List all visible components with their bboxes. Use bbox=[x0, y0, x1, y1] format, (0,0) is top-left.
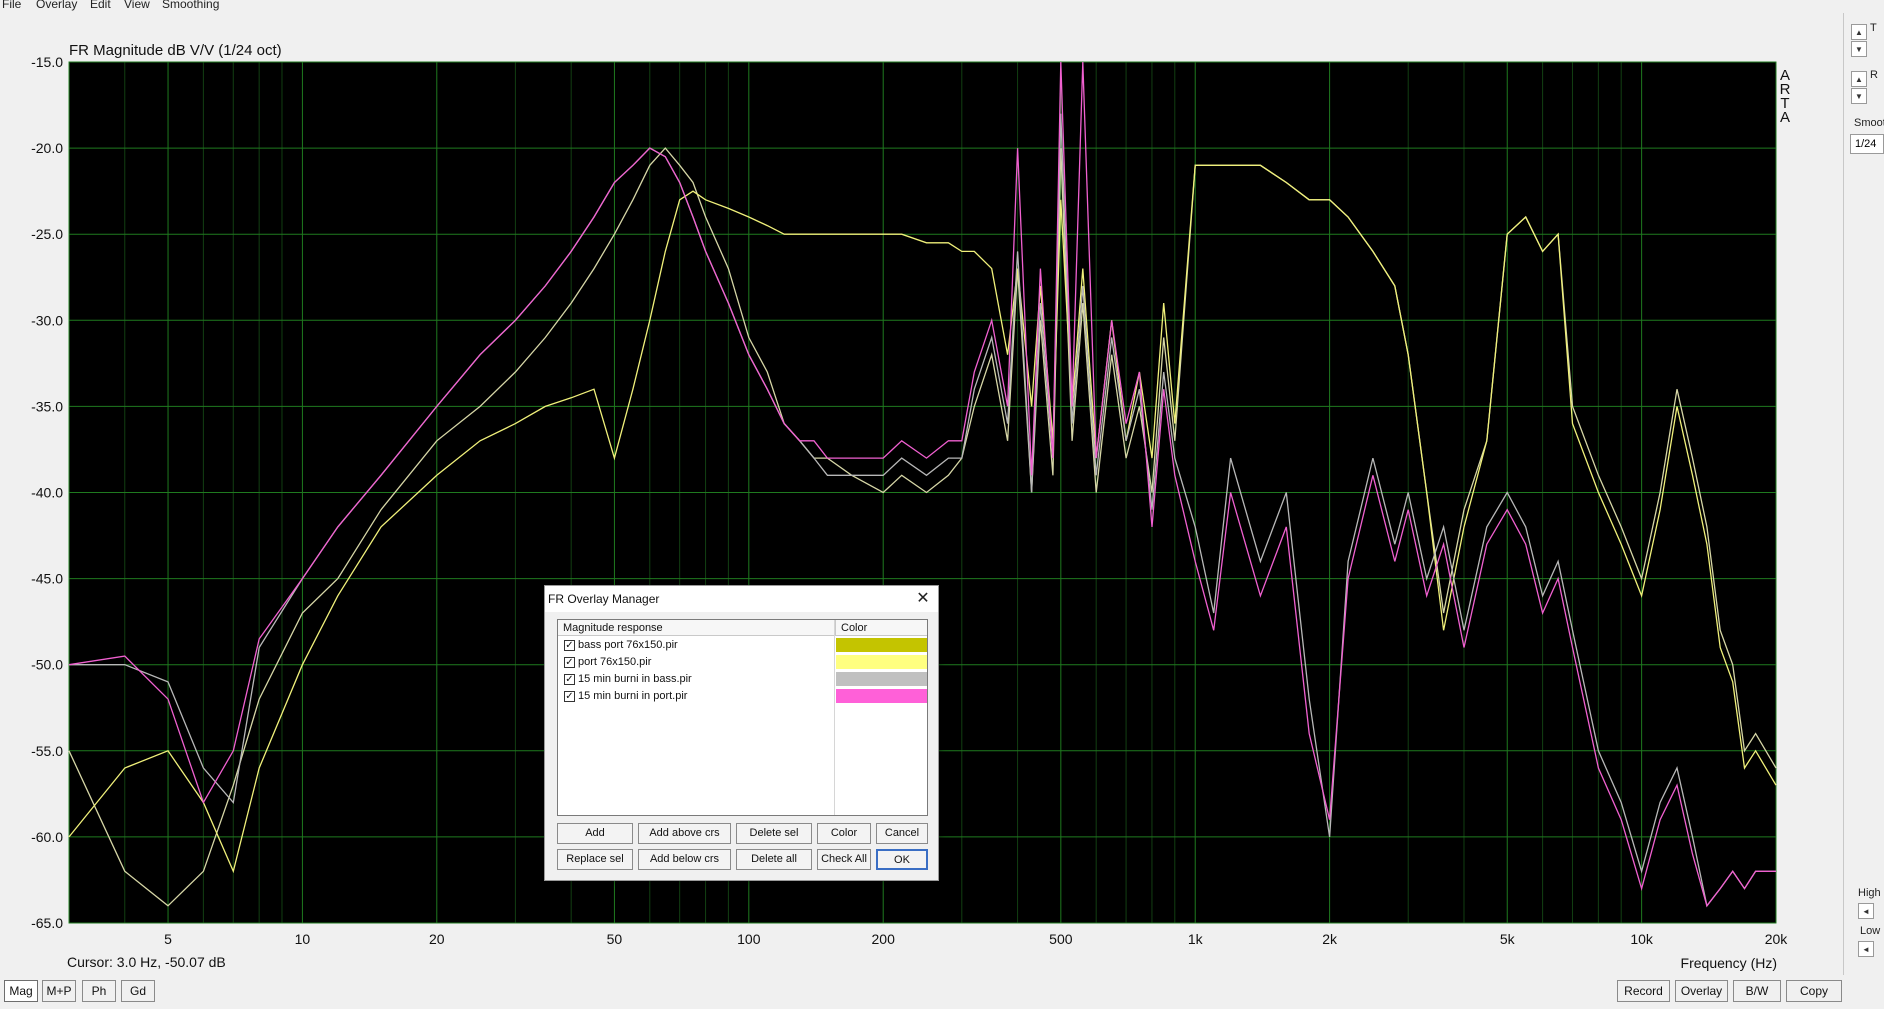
delete-sel-button[interactable]: Delete sel bbox=[736, 823, 812, 844]
y-tick-label: -25.0 bbox=[31, 226, 63, 242]
color-swatch[interactable] bbox=[836, 689, 927, 703]
menu-edit[interactable]: Edit bbox=[90, 0, 111, 11]
record-button[interactable]: Record bbox=[1617, 980, 1670, 1002]
menu-file[interactable]: File bbox=[2, 0, 21, 11]
delete-all-button[interactable]: Delete all bbox=[736, 849, 812, 870]
spin-up-1[interactable]: ▲ bbox=[1851, 24, 1867, 40]
row-checkbox[interactable]: ✓ bbox=[564, 640, 575, 651]
panel-label-r: R bbox=[1870, 69, 1878, 81]
row-label: 15 min burni in port.pir bbox=[578, 690, 688, 702]
overlay-button[interactable]: Overlay bbox=[1675, 980, 1728, 1002]
cursor-readout: Cursor: 3.0 Hz, -50.07 dB bbox=[67, 954, 226, 970]
y-tick-label: -50.0 bbox=[31, 657, 63, 673]
spin-down-2[interactable]: ▼ bbox=[1851, 88, 1867, 104]
add-above-button[interactable]: Add above crs bbox=[638, 823, 731, 844]
x-tick-label: 200 bbox=[872, 931, 896, 947]
smoothing-select[interactable]: 1/24 bbox=[1850, 134, 1884, 154]
menu-view[interactable]: View bbox=[124, 0, 150, 11]
x-tick-label: 500 bbox=[1049, 931, 1073, 947]
y-tick-label: -55.0 bbox=[31, 743, 63, 759]
low-label: Low bbox=[1860, 925, 1881, 937]
menu-bar: File Overlay Edit View Smoothing bbox=[0, 0, 1884, 13]
x-tick-label: 20k bbox=[1765, 931, 1789, 947]
cancel-button[interactable]: Cancel bbox=[876, 823, 928, 844]
x-axis-label: Frequency (Hz) bbox=[1681, 955, 1777, 971]
menu-overlay[interactable]: Overlay bbox=[36, 0, 77, 11]
y-tick-label: -40.0 bbox=[31, 485, 63, 501]
y-tick-label: -65.0 bbox=[31, 915, 63, 931]
x-tick-label: 50 bbox=[607, 931, 623, 947]
x-tick-label: 5k bbox=[1500, 931, 1516, 947]
x-tick-label: 10k bbox=[1630, 931, 1654, 947]
row-checkbox[interactable]: ✓ bbox=[564, 657, 575, 668]
overlay-manager-dialog: FR Overlay Manager ✕ Magnitude response … bbox=[544, 585, 939, 881]
color-swatch[interactable] bbox=[836, 655, 927, 669]
phase-button[interactable]: Ph bbox=[82, 980, 116, 1002]
row-checkbox[interactable]: ✓ bbox=[564, 691, 575, 702]
high-left-button[interactable]: ◄ bbox=[1858, 903, 1874, 919]
group-delay-button[interactable]: Gd bbox=[121, 980, 155, 1002]
row-checkbox[interactable]: ✓ bbox=[564, 674, 575, 685]
color-swatch[interactable] bbox=[836, 638, 927, 652]
x-tick-label: 1k bbox=[1188, 931, 1204, 947]
add-below-button[interactable]: Add below crs bbox=[638, 849, 731, 870]
x-tick-label: 10 bbox=[295, 931, 311, 947]
bottom-toolbar: Mag M+P Ph Gd Record Overlay B/W Copy bbox=[0, 975, 1884, 1009]
y-tick-label: -60.0 bbox=[31, 829, 63, 845]
bw-button[interactable]: B/W bbox=[1733, 980, 1781, 1002]
ok-button[interactable]: OK bbox=[876, 849, 928, 870]
replace-sel-button[interactable]: Replace sel bbox=[557, 849, 633, 870]
menu-smoothing[interactable]: Smoothing bbox=[162, 0, 219, 11]
list-item[interactable]: ✓ 15 min burni in bass.pir bbox=[558, 671, 927, 688]
check-all-button[interactable]: Check All bbox=[817, 849, 871, 870]
column-header-response[interactable]: Magnitude response bbox=[558, 620, 835, 636]
right-panel: ▲ ▼ T ▲ ▼ R Smooth 1/24 High ◄ Low ◄ bbox=[1844, 13, 1884, 975]
y-tick-label: -35.0 bbox=[31, 398, 63, 414]
list-item[interactable]: ✓ bass port 76x150.pir bbox=[558, 637, 927, 654]
chart-title: FR Magnitude dB V/V (1/24 oct) bbox=[69, 42, 282, 59]
color-swatch[interactable] bbox=[836, 672, 927, 686]
arta-logo-letter: A bbox=[1780, 109, 1790, 126]
add-button[interactable]: Add bbox=[557, 823, 633, 844]
color-button[interactable]: Color bbox=[817, 823, 871, 844]
row-label: 15 min burni in bass.pir bbox=[578, 673, 692, 685]
row-label: bass port 76x150.pir bbox=[578, 639, 678, 651]
copy-button[interactable]: Copy bbox=[1786, 980, 1842, 1002]
y-tick-label: -30.0 bbox=[31, 312, 63, 328]
low-left-button[interactable]: ◄ bbox=[1858, 941, 1874, 957]
mag-phase-button[interactable]: M+P bbox=[42, 980, 76, 1002]
smooth-label: Smooth bbox=[1854, 117, 1884, 129]
dialog-titlebar: FR Overlay Manager ✕ bbox=[545, 586, 938, 612]
overlay-list[interactable]: Magnitude response Color ✓ bass port 76x… bbox=[557, 619, 928, 816]
mag-button[interactable]: Mag bbox=[4, 980, 38, 1002]
y-tick-label: -45.0 bbox=[31, 571, 63, 587]
x-tick-label: 100 bbox=[737, 931, 761, 947]
x-tick-label: 2k bbox=[1322, 931, 1338, 947]
spin-down-1[interactable]: ▼ bbox=[1851, 41, 1867, 57]
y-tick-label: -20.0 bbox=[31, 140, 63, 156]
column-header-color[interactable]: Color bbox=[835, 620, 927, 636]
close-icon[interactable]: ✕ bbox=[914, 590, 932, 608]
high-label: High bbox=[1858, 887, 1881, 899]
y-tick-label: -15.0 bbox=[31, 54, 63, 70]
list-item[interactable]: ✓ port 76x150.pir bbox=[558, 654, 927, 671]
x-tick-label: 20 bbox=[429, 931, 445, 947]
dialog-title: FR Overlay Manager bbox=[548, 592, 660, 606]
spin-up-2[interactable]: ▲ bbox=[1851, 71, 1867, 87]
list-item[interactable]: ✓ 15 min burni in port.pir bbox=[558, 688, 927, 705]
panel-label-t: T bbox=[1870, 22, 1877, 34]
x-tick-label: 5 bbox=[164, 931, 172, 947]
row-label: port 76x150.pir bbox=[578, 656, 652, 668]
